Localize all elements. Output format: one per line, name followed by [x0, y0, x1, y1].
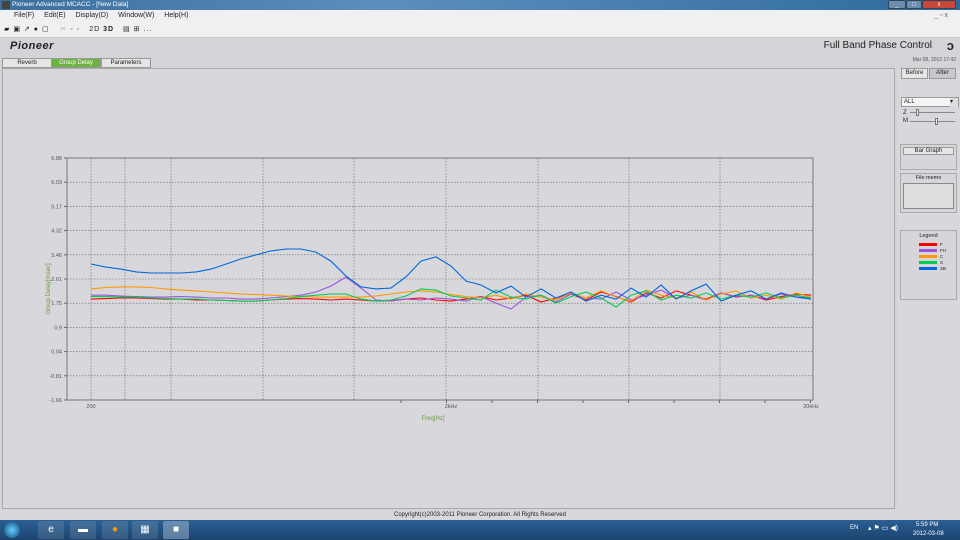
save-icon[interactable]: ▣ — [13, 26, 21, 33]
graph-icon[interactable]: ↗ — [24, 26, 31, 33]
app-icon — [2, 1, 10, 9]
tab-reverb[interactable]: Reverb — [2, 58, 52, 68]
y-axis-label: Group Delay[msec] — [46, 263, 52, 315]
legend-label: C — [940, 253, 944, 259]
y-tick-label: 1.75 — [51, 301, 62, 307]
firefox-icon[interactable]: ● — [102, 521, 128, 539]
m-slider-thumb[interactable] — [935, 118, 939, 125]
clock-time[interactable]: 5:59 PM — [916, 522, 938, 528]
legend-swatch — [919, 254, 937, 258]
menu-help[interactable]: Help(H) — [164, 12, 188, 19]
legend-label: SB — [940, 265, 947, 271]
z-slider[interactable] — [910, 109, 955, 116]
bar-graph-button[interactable]: Bar Graph — [903, 147, 954, 155]
channel-select-value: ALL — [904, 99, 915, 105]
file-memo-label: File memo — [915, 175, 942, 181]
series-line-sb — [90, 248, 812, 302]
tab-parameters[interactable]: Parameters — [101, 58, 151, 68]
cascade-icon[interactable]: ▤ — [123, 26, 131, 33]
maximize-button[interactable]: □ — [906, 0, 922, 9]
more-button[interactable]: ... — [143, 26, 152, 33]
series-line-fh — [91, 276, 812, 310]
y-tick-label: 2.61 — [51, 277, 62, 283]
y-tick-label: -0.81 — [49, 374, 62, 380]
legend-panel: Legend F FH C S SB — [900, 230, 957, 300]
y-tick-label: -1.66 — [49, 398, 62, 404]
file-memo-input[interactable] — [903, 183, 954, 209]
legend-swatch — [919, 242, 937, 246]
right-panel: Before After ALL ▾ Z M Bar Graph File mem… — [897, 68, 960, 509]
tile-icon[interactable]: ⊞ — [134, 26, 141, 33]
print-icon[interactable]: ● — [34, 26, 39, 33]
y-tick-label: 0.04 — [51, 350, 62, 356]
x-axis-label: Freq[Hz] — [421, 416, 444, 422]
graph-area: 6.88 6.03 5.17 4.32 3.46 2.61 1.75 0.9 0.04 -0.81… — [2, 68, 895, 509]
group-delay-chart: 6.88 6.03 5.17 4.32 3.46 2.61 1.75 0.9 0.04 -0.81… — [46, 156, 819, 422]
y-tick-label: 6.03 — [51, 180, 62, 186]
y-tick-label: 3.46 — [51, 253, 62, 259]
mcacc-taskbar-icon[interactable]: ■ — [163, 521, 189, 539]
mdi-controls[interactable]: _ ▫ x — [934, 10, 948, 21]
toolbar: ▰ ▣ ↗ ● ▢ ✂ ▪ ▪ 2D 3D ▤ ⊞ ... — [0, 21, 960, 38]
y-tick-label: 5.17 — [51, 204, 62, 210]
pioneer-logo: Pioneer — [10, 40, 54, 52]
m-label: M — [903, 118, 908, 124]
bar-graph-panel: Bar Graph — [900, 144, 957, 170]
y-tick-label: 0.9 — [54, 325, 62, 331]
2d-button[interactable]: 2D — [89, 26, 100, 33]
x-tick-label: 200 — [86, 404, 95, 410]
close-button[interactable]: x — [922, 0, 956, 9]
legend-label: F — [940, 241, 943, 247]
legend-title: Legend — [919, 233, 938, 239]
phase-control-logo-icon: ↄ — [946, 38, 954, 53]
window-title: Pioneer Advanced MCACC - [New Data] — [12, 1, 129, 8]
clock-date[interactable]: 2012-03-08 — [913, 531, 944, 537]
tab-group-delay[interactable]: Group Delay — [51, 58, 101, 68]
legend-swatch — [919, 248, 937, 252]
paste-icon[interactable]: ▪ — [77, 26, 80, 33]
x-tick-label: 20kHz — [803, 404, 819, 410]
ie-icon[interactable]: e — [38, 521, 64, 539]
before-button[interactable]: Before — [901, 68, 928, 79]
legend-item-sb: SB — [919, 265, 956, 271]
language-indicator[interactable]: EN — [850, 525, 858, 531]
minimize-button[interactable]: _ — [888, 0, 906, 9]
cut-icon[interactable]: ✂ — [61, 26, 68, 33]
3d-button[interactable]: 3D — [103, 26, 114, 33]
menu-edit[interactable]: Edit(E) — [44, 12, 65, 19]
m-slider[interactable] — [910, 118, 955, 125]
channel-select[interactable]: ALL ▾ — [901, 97, 959, 107]
after-button[interactable]: After — [929, 68, 956, 79]
copyright: Copyright(c)2003-2011 Pioneer Corporatio… — [0, 510, 960, 520]
menu-window[interactable]: Window(W) — [118, 12, 154, 19]
z-label: Z — [903, 110, 907, 116]
chevron-down-icon: ▾ — [950, 98, 958, 107]
open-icon[interactable]: ▰ — [4, 26, 10, 33]
copy-icon[interactable]: ▪ — [70, 26, 73, 33]
legend-label: FH — [940, 247, 946, 253]
legend-swatch — [919, 266, 937, 270]
taskbar: e ▬ ● ▦ ■ EN ▴ ⚑ ▭ ◀) 5:59 PM 2012-03-08 — [0, 520, 960, 540]
file-memo-panel: File memo — [900, 173, 957, 213]
window-titlebar: Pioneer Advanced MCACC - [New Data] _ □ … — [0, 0, 960, 10]
y-tick-label: 4.32 — [51, 229, 62, 235]
start-button[interactable] — [4, 522, 20, 538]
z-slider-thumb[interactable] — [916, 109, 920, 116]
x-tick-label: 2kHz — [445, 404, 458, 410]
legend-swatch — [919, 260, 937, 264]
legend-label: S — [940, 259, 944, 265]
product-title: Full Band Phase Control — [823, 40, 932, 51]
app-icon-1[interactable]: ▦ — [132, 521, 158, 539]
tray-icons[interactable]: ▴ ⚑ ▭ ◀) — [868, 524, 898, 532]
menu-display[interactable]: Display(D) — [76, 12, 109, 19]
menu-bar: File(F) Edit(E) Display(D) Window(W) Hel… — [0, 10, 960, 21]
y-tick-label: 6.88 — [51, 156, 62, 162]
data-date: Mar 08, 2012 17:42 — [912, 57, 956, 63]
preview-icon[interactable]: ▢ — [42, 26, 50, 33]
menu-file[interactable]: File(F) — [14, 12, 34, 19]
explorer-icon[interactable]: ▬ — [70, 521, 96, 539]
